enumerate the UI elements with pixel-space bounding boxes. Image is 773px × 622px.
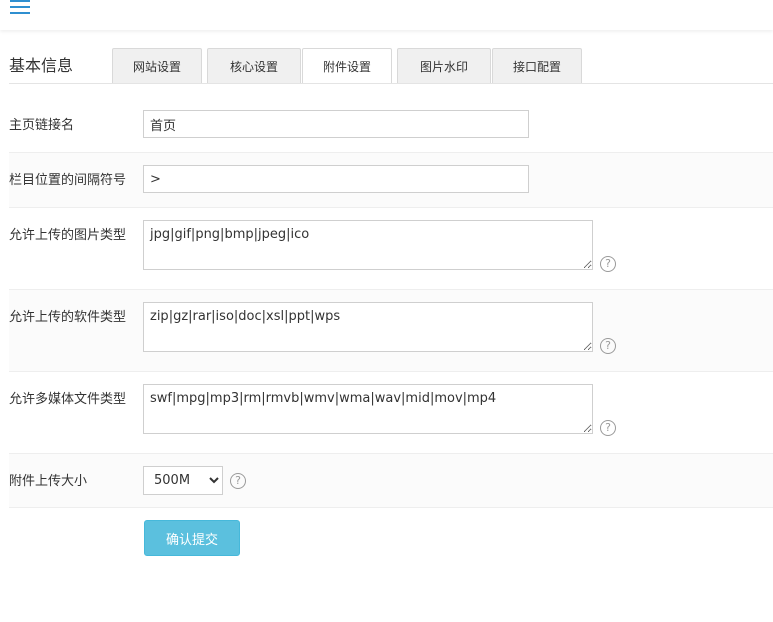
tab-website-settings[interactable]: 网站设置 (112, 48, 202, 83)
form-row-media-types: 允许多媒体文件类型 swf|mpg|mp3|rm|rmvb|wmv|wma|wa… (9, 372, 773, 454)
tab-attachment-settings[interactable]: 附件设置 (302, 48, 392, 84)
tab-core-settings[interactable]: 核心设置 (207, 48, 301, 83)
submit-button[interactable]: 确认提交 (144, 520, 240, 556)
image-types-textarea[interactable]: jpg|gif|png|bmp|jpeg|ico (143, 220, 593, 270)
tab-api-config[interactable]: 接口配置 (492, 48, 582, 83)
home-link-label: 主页链接名 (9, 118, 75, 133)
software-types-textarea[interactable]: zip|gz|rar|iso|doc|xsl|ppt|wps (143, 302, 593, 352)
top-bar (0, 0, 773, 30)
hamburger-menu-icon[interactable] (10, 0, 30, 16)
media-types-label: 允许多媒体文件类型 (9, 392, 127, 407)
form-row-image-types: 允许上传的图片类型 jpg|gif|png|bmp|jpeg|ico ? (9, 208, 773, 290)
media-types-textarea[interactable]: swf|mpg|mp3|rm|rmvb|wmv|wma|wav|mid|mov|… (143, 384, 593, 434)
separator-input[interactable] (143, 165, 529, 193)
tab-image-watermark[interactable]: 图片水印 (397, 48, 491, 83)
upload-size-label: 附件上传大小 (9, 474, 88, 489)
tab-divider (9, 83, 773, 84)
form-row-separator: 栏目位置的间隔符号 (9, 153, 773, 208)
question-circle-icon[interactable]: ? (600, 256, 616, 272)
form-row-upload-size: 附件上传大小 500M ? (9, 454, 773, 508)
question-circle-icon[interactable]: ? (230, 473, 246, 489)
section-title: 基本信息 (9, 56, 74, 75)
separator-label: 栏目位置的间隔符号 (9, 173, 127, 188)
image-types-label: 允许上传的图片类型 (9, 228, 127, 243)
question-circle-icon[interactable]: ? (600, 338, 616, 354)
form-row-home-link: 主页链接名 (9, 98, 773, 153)
question-circle-icon[interactable]: ? (600, 420, 616, 436)
software-types-label: 允许上传的软件类型 (9, 310, 127, 325)
home-link-input[interactable] (143, 110, 529, 138)
form-row-software-types: 允许上传的软件类型 zip|gz|rar|iso|doc|xsl|ppt|wps… (9, 290, 773, 372)
upload-size-select[interactable]: 500M (143, 466, 223, 495)
